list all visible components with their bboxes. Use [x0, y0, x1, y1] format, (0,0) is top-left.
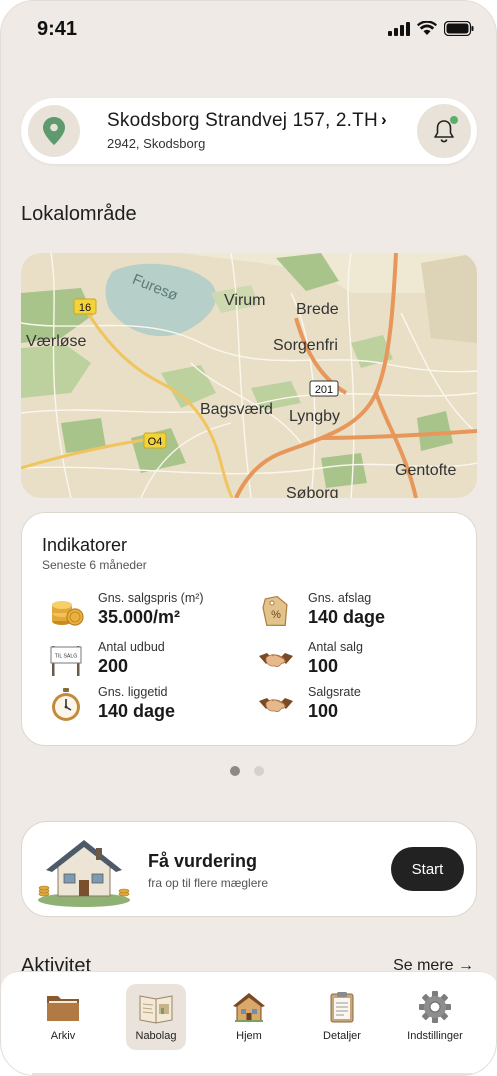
indicator-label: Gns. liggetid [98, 685, 168, 699]
stopwatch-icon [52, 688, 80, 721]
indicators-title: Indikatorer [42, 535, 128, 555]
start-button[interactable]: Start [391, 847, 464, 891]
map-label-virum: Virum [224, 292, 266, 309]
indicator-value: 100 [308, 701, 339, 721]
indicator-avg-listing-time: Gns. liggetid 140 dage [48, 685, 248, 729]
map-label-brede: Brede [296, 301, 339, 318]
location-pin-icon [43, 117, 65, 145]
map-label-sorgenfri: Sorgenfri [273, 337, 338, 354]
chevron-right-icon: › [381, 110, 387, 129]
indicator-listings: TIL SALG Antal udbud 200 [48, 640, 248, 684]
location-pin-button [28, 105, 80, 157]
svg-text:%: % [271, 609, 281, 621]
tab-label: Indstillinger [407, 1030, 463, 1042]
tab-bar: Arkiv Nabolag Hjem Detaljer Indstillinge… [1, 971, 496, 1051]
status-time: 9:41 [37, 18, 78, 40]
indicator-label: Gns. afslag [308, 591, 372, 605]
road-badge-o4: O4 [148, 436, 163, 448]
notifications-button[interactable] [417, 104, 471, 158]
indicator-sales-count: Antal salg 100 [258, 640, 458, 684]
indicator-avg-price: Gns. salgspris (m²) 35.000/m² [48, 591, 248, 635]
handshake-icon [259, 653, 293, 668]
notification-dot [450, 116, 458, 124]
indicators-card[interactable]: Indikatorer Seneste 6 måneder Gns. salgs… [21, 512, 477, 746]
map-label-vaerloese: Værløse [26, 333, 87, 350]
local-area-title: Lokalområde [21, 203, 137, 225]
house-illustration-icon [38, 840, 130, 907]
status-bar: 9:41 [1, 1, 496, 57]
page-indicator[interactable] [230, 766, 264, 776]
address-city: 2942, Skodsborg [107, 136, 206, 151]
map-label-soborg: Søborg [286, 485, 338, 498]
local-area-map[interactable]: 16 201 O4 Furesø Værløse Virum Brede Sor… [21, 253, 477, 498]
indicator-value: 140 dage [308, 607, 386, 627]
indicator-avg-discount: % Gns. afslag 140 dage [258, 591, 458, 635]
map-label-gentofte: Gentofte [395, 462, 456, 479]
page-dot-1[interactable] [230, 766, 240, 776]
tab-neighbourhood[interactable]: Nabolag [120, 984, 192, 1050]
address-card[interactable]: Skodsborg Strandvej 157, 2.TH › 2942, Sk… [21, 98, 477, 164]
tab-label: Arkiv [50, 1030, 76, 1042]
battery-icon [444, 21, 474, 36]
indicator-value: 100 [308, 656, 339, 676]
tab-archive[interactable]: Arkiv [27, 984, 99, 1050]
tab-settings[interactable]: Indstillinger [399, 984, 471, 1050]
address-street: Skodsborg Strandvej 157, 2.TH [107, 110, 378, 131]
map-label-bagsvaerd: Bagsværd [200, 401, 273, 418]
folder-icon [47, 996, 79, 1021]
house-icon [233, 993, 265, 1022]
bottom-divider [32, 1073, 472, 1075]
status-icons [388, 21, 474, 36]
clipboard-icon [330, 992, 354, 1023]
for-sale-sign-icon: TIL SALG [50, 646, 82, 676]
price-tag-icon: % [262, 595, 288, 627]
indicator-value: 200 [98, 656, 129, 676]
map-label-lyngby: Lyngby [289, 408, 340, 425]
map-book-icon [139, 995, 173, 1024]
valuation-card[interactable]: Få vurdering fra op til flere mæglere St… [21, 821, 477, 917]
tab-label: Nabolag [135, 1030, 177, 1042]
indicator-label: Antal salg [308, 640, 363, 654]
indicator-sales-rate: Salgsrate 100 [258, 685, 458, 729]
valuation-title: Få vurdering [148, 851, 258, 871]
tab-details[interactable]: Detaljer [306, 984, 378, 1050]
coins-icon [52, 601, 84, 626]
indicator-value: 35.000/m² [98, 607, 181, 627]
road-badge-16: 16 [79, 302, 91, 314]
tab-label: Detaljer [323, 1030, 361, 1042]
tab-label: Hjem [236, 1030, 262, 1042]
cellular-signal-icon [388, 21, 410, 36]
indicator-label: Salgsrate [308, 685, 361, 699]
for-sale-sign-text: TIL SALG [55, 654, 78, 660]
gear-icon [419, 991, 451, 1023]
indicator-value: 140 dage [98, 701, 176, 721]
indicators-subtitle: Seneste 6 måneder [42, 558, 147, 572]
phone-screen: 9:41 Skodsborg Strandvej 157, 2.TH › 294… [0, 0, 497, 1076]
handshake-icon [259, 698, 293, 713]
page-dot-2[interactable] [254, 766, 264, 776]
indicator-label: Gns. salgspris (m²) [98, 591, 204, 605]
valuation-subtitle: fra op til flere mæglere [148, 876, 269, 890]
indicator-label: Antal udbud [98, 640, 165, 654]
wifi-icon [417, 21, 437, 35]
road-badge-201: 201 [315, 384, 333, 396]
map-canvas: 16 201 O4 Furesø Værløse Virum Brede Sor… [21, 253, 477, 498]
tab-home[interactable]: Hjem [213, 984, 285, 1050]
